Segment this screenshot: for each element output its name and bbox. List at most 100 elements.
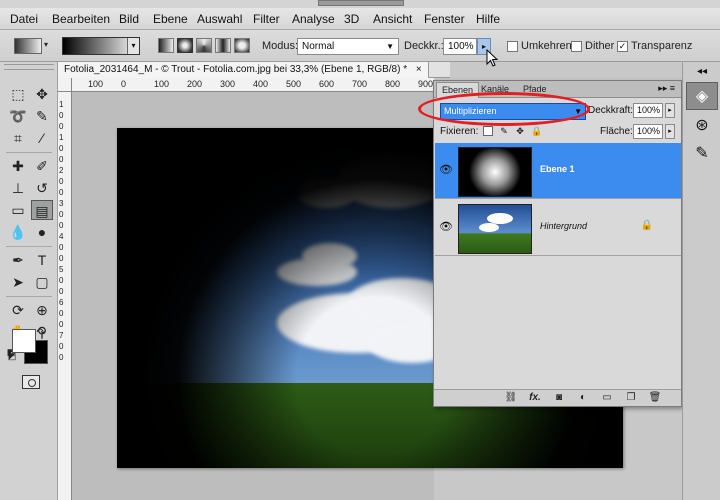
lock-icon: 🔒 — [640, 220, 653, 231]
crop-icon[interactable]: ⌗ — [7, 128, 29, 148]
menu-bar: Datei Bearbeiten Bild Ebene Auswahl Filt… — [0, 8, 720, 30]
ruler-tick-label: 0 — [59, 243, 64, 252]
lasso-icon[interactable]: ➰ — [7, 106, 29, 126]
menu-bearbeiten[interactable]: Bearbeiten — [52, 12, 110, 26]
lock-label: Fixieren: — [440, 126, 479, 137]
eye-icon[interactable]: 👁 — [439, 163, 453, 177]
quick-mask-icon[interactable] — [22, 375, 40, 389]
healing-brush-icon[interactable]: ✚ — [7, 156, 29, 176]
lock-pixels-icon[interactable]: ✎ — [499, 126, 509, 136]
brush-icon[interactable]: ✐ — [31, 156, 53, 176]
workspace-control[interactable] — [318, 0, 404, 6]
fx-icon[interactable]: fx. — [528, 392, 542, 404]
deckkr-input[interactable]: 100% — [443, 38, 477, 55]
highlight-ellipse — [418, 92, 590, 126]
pen-icon[interactable]: ✒ — [7, 250, 29, 270]
ruler-tick-label: 0 — [59, 155, 64, 164]
modus-dropdown[interactable]: Normal ▼ — [297, 38, 399, 55]
ruler-tick-label: 5 — [59, 265, 64, 274]
angle-gradient-button[interactable] — [196, 38, 212, 53]
menu-bild[interactable]: Bild — [119, 12, 139, 26]
chevron-down-icon[interactable]: ▾ — [127, 38, 139, 54]
new-layer-icon[interactable]: ❐ — [624, 392, 638, 404]
transparenz-label: Transparenz — [631, 40, 693, 52]
quick-selection-icon[interactable]: ✎ — [31, 106, 53, 126]
blur-icon[interactable]: 💧 — [7, 222, 29, 242]
trash-icon[interactable]: 🗑 — [648, 392, 662, 404]
document-tab[interactable]: Fotolia_2031464_M - © Trout - Fotolia.co… — [58, 62, 429, 78]
menu-ebene[interactable]: Ebene — [153, 12, 188, 26]
eye-icon[interactable]: 👁 — [439, 220, 453, 234]
3d-orbit-icon[interactable]: ⊕ — [31, 300, 53, 320]
tool-preset-icon[interactable] — [14, 38, 42, 54]
opacity-label: Deckkraft: — [588, 105, 634, 116]
lock-all-icon[interactable]: 🔒 — [531, 126, 542, 136]
transparenz-checkbox[interactable]: ✓ — [617, 41, 628, 52]
fill-slider-button[interactable]: ▸ — [665, 124, 675, 139]
layer-row-ebene-1[interactable]: 👁 Ebene 1 — [435, 143, 681, 199]
gradient-tool-icon[interactable]: ▤ — [31, 200, 53, 220]
eyedropper-icon[interactable]: ⁄ — [31, 128, 53, 148]
clone-stamp-icon[interactable]: ⊥ — [7, 178, 29, 198]
paths-dock-icon[interactable]: ✎ — [686, 140, 718, 168]
3d-rotate-icon[interactable]: ⟳ — [7, 300, 29, 320]
path-selection-icon[interactable]: ➤ — [7, 272, 29, 292]
close-icon[interactable]: × — [416, 64, 422, 75]
layer-row-hintergrund[interactable]: 👁 Hintergrund 🔒 — [435, 200, 681, 256]
panel-dock: ◂◂ ◈ ⊛ ✎ — [682, 62, 720, 500]
fill-input[interactable]: 100% — [633, 124, 663, 139]
menu-ansicht[interactable]: Ansicht — [373, 12, 412, 26]
ruler-corner[interactable] — [58, 78, 72, 92]
link-icon[interactable]: ⛓ — [504, 392, 518, 404]
menu-datei[interactable]: Datei — [10, 12, 38, 26]
eraser-icon[interactable]: ▭ — [7, 200, 29, 220]
chevron-down-icon: ▼ — [386, 42, 394, 51]
move-icon[interactable]: ✥ — [31, 84, 53, 104]
ruler-tick-label: 0 — [59, 287, 64, 296]
tool-preset-arrow-icon[interactable]: ▾ — [44, 40, 48, 49]
opacity-input[interactable]: 100% — [633, 103, 663, 118]
menu-fenster[interactable]: Fenster — [424, 12, 465, 26]
lock-transparency-icon[interactable] — [483, 126, 493, 136]
lock-position-icon[interactable]: ✥ — [515, 126, 525, 136]
diamond-gradient-button[interactable] — [234, 38, 250, 53]
menu-3d[interactable]: 3D — [344, 12, 359, 26]
ruler-tick-label: 900 — [418, 79, 434, 89]
umkehren-checkbox[interactable] — [507, 41, 518, 52]
radial-gradient-button[interactable] — [177, 38, 193, 53]
ruler-tick-label: 100 — [88, 79, 104, 89]
type-icon[interactable]: T — [31, 250, 53, 270]
gradient-picker[interactable]: ▾ — [62, 37, 140, 55]
adjustment-icon[interactable]: ◐ — [576, 392, 590, 404]
document-tab-bar: Fotolia_2031464_M - © Trout - Fotolia.co… — [58, 62, 450, 78]
swap-colors-icon[interactable]: ↷ — [34, 326, 48, 340]
history-brush-icon[interactable]: ↺ — [31, 178, 53, 198]
opacity-slider-button[interactable]: ▸ — [665, 103, 675, 118]
menu-hilfe[interactable]: Hilfe — [476, 12, 500, 26]
ruler-tick-label: 0 — [59, 254, 64, 263]
toolbox-grip[interactable] — [4, 64, 54, 70]
panel-menu-icon[interactable]: ▸▸ ≡ — [658, 83, 675, 94]
dither-checkbox[interactable] — [571, 41, 582, 52]
fill-label: Fläche: — [600, 126, 633, 137]
group-icon[interactable]: ▭ — [600, 392, 614, 404]
shape-icon[interactable]: ▢ — [31, 272, 53, 292]
layers-panel: Ebenen Kanäle Pfade ▸▸ ≡ Multiplizieren … — [433, 80, 682, 407]
menu-analyse[interactable]: Analyse — [292, 12, 335, 26]
marquee-icon[interactable]: ⬚ — [7, 84, 29, 104]
channels-dock-icon[interactable]: ⊛ — [686, 112, 718, 140]
ruler-tick-label: 3 — [59, 199, 64, 208]
default-colors-icon[interactable]: ◩ — [6, 350, 18, 362]
ruler-tick-label: 0 — [59, 320, 64, 329]
menu-filter[interactable]: Filter — [253, 12, 280, 26]
toolbox: ⬚ ✥ ➰ ✎ ⌗ ⁄ ✚ ✐ ⊥ ↺ ▭ ▤ 💧 ● ✒ T ➤ ▢ ⟳ ⊕ … — [0, 62, 58, 500]
mask-icon[interactable]: ◙ — [552, 392, 566, 404]
dock-collapse-icon[interactable]: ◂◂ — [686, 66, 718, 78]
menu-auswahl[interactable]: Auswahl — [197, 12, 242, 26]
ruler-tick-label: 6 — [59, 298, 64, 307]
layers-dock-icon[interactable]: ◈ — [686, 82, 718, 110]
reflected-gradient-button[interactable] — [215, 38, 231, 53]
ruler-tick-label: 500 — [286, 79, 302, 89]
linear-gradient-button[interactable] — [158, 38, 174, 53]
dodge-icon[interactable]: ● — [31, 222, 53, 242]
